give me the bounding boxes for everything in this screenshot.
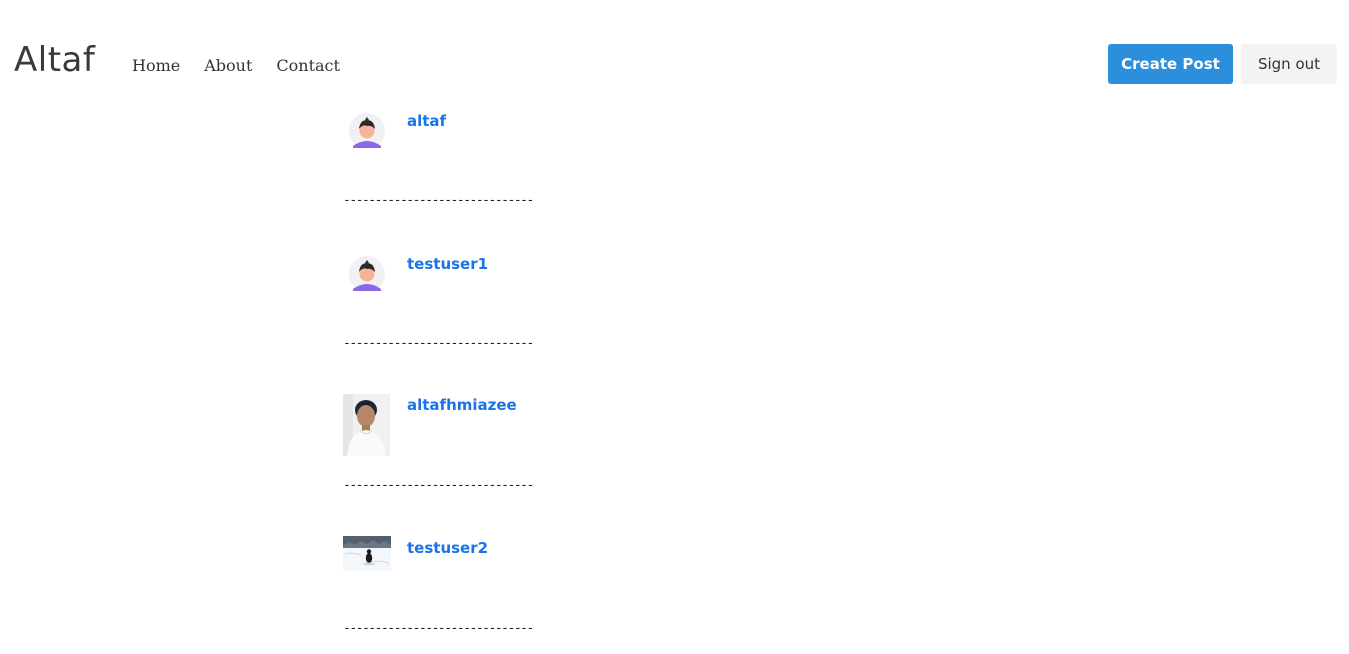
sign-out-button[interactable]: Sign out xyxy=(1241,44,1337,84)
navbar: Altaf Home About Contact Create Post Sig… xyxy=(0,0,1349,110)
profile-photo[interactable] xyxy=(343,394,390,456)
create-post-button[interactable]: Create Post xyxy=(1108,44,1233,84)
brand-logo[interactable]: Altaf xyxy=(14,40,95,80)
divider: ------------------------------ xyxy=(343,193,534,208)
nav-contact-link[interactable]: Contact xyxy=(276,56,340,75)
divider: ------------------------------ xyxy=(343,478,534,493)
username-link[interactable]: testuser2 xyxy=(407,539,488,557)
default-avatar-icon[interactable] xyxy=(343,255,391,303)
nav-links: Home About Contact xyxy=(132,56,340,75)
nav-home-link[interactable]: Home xyxy=(132,56,180,75)
username-link[interactable]: testuser1 xyxy=(407,255,488,273)
username-link[interactable]: altaf xyxy=(407,112,446,130)
username-link[interactable]: altafhmiazee xyxy=(407,396,517,414)
snow-photo[interactable] xyxy=(343,536,391,571)
nav-about-link[interactable]: About xyxy=(204,56,252,75)
divider: ------------------------------ xyxy=(343,336,534,351)
default-avatar-icon[interactable] xyxy=(343,112,391,160)
divider: ------------------------------ xyxy=(343,621,534,636)
